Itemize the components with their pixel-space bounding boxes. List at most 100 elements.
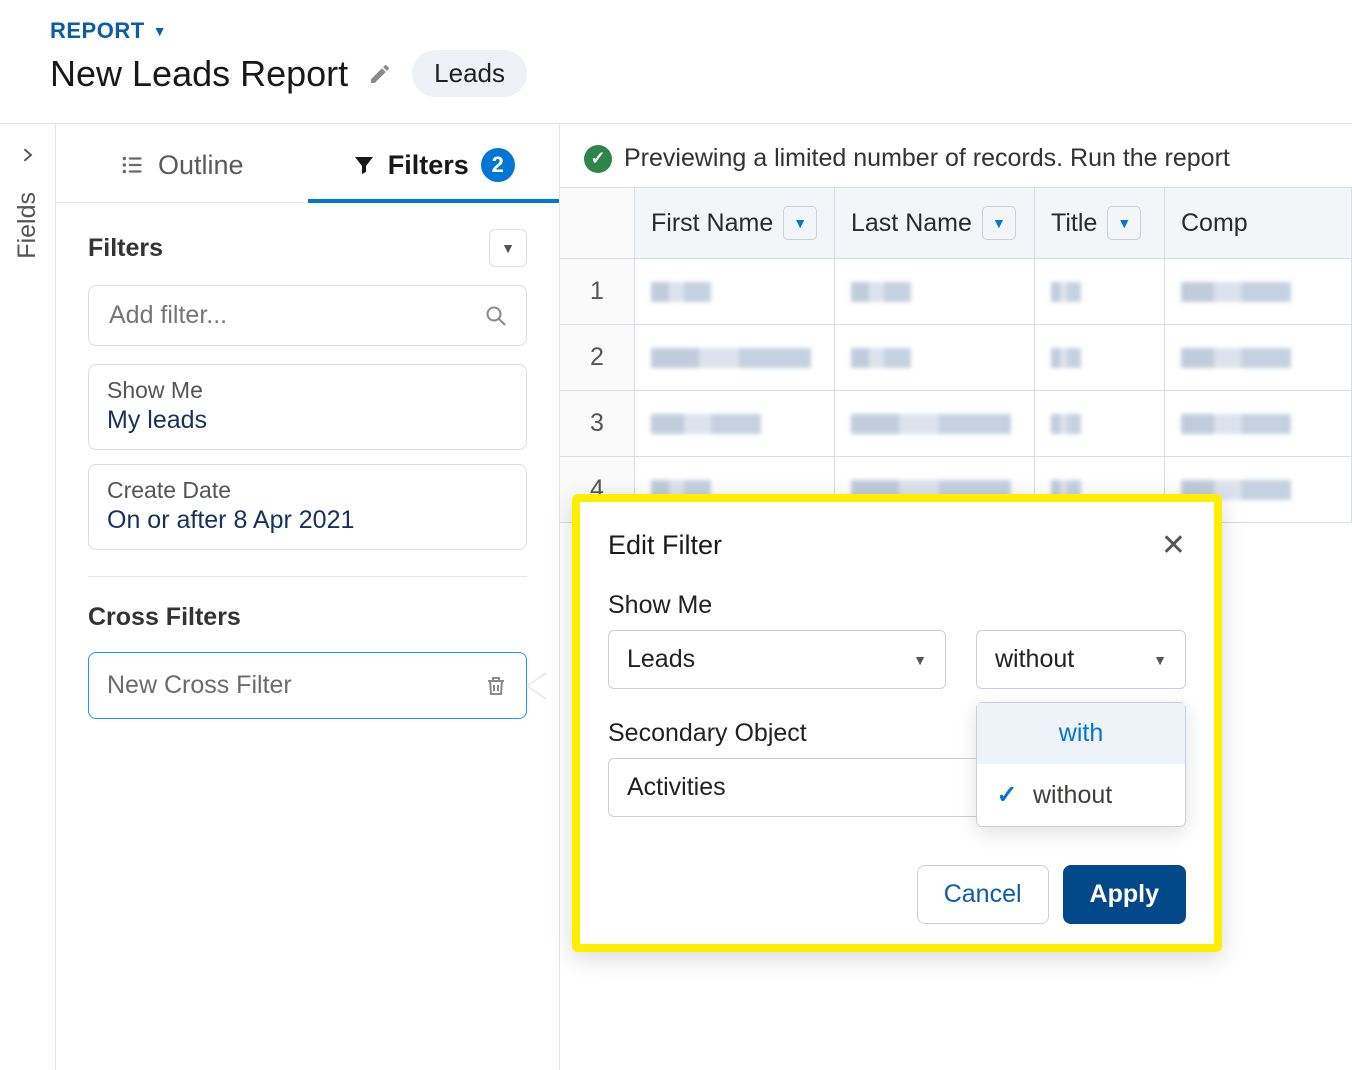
operator-select[interactable]: without ▼ <box>976 630 1186 689</box>
cell <box>635 391 835 456</box>
tab-outline-label: Outline <box>158 150 244 181</box>
expand-fields-button[interactable] <box>19 146 37 164</box>
primary-object-select[interactable]: Leads ▼ <box>608 630 946 689</box>
operator-option-with[interactable]: with <box>977 703 1185 764</box>
callout-arrow-icon <box>526 672 546 700</box>
filter-icon <box>352 153 376 177</box>
outline-icon <box>120 152 146 178</box>
column-menu-button[interactable]: ▼ <box>982 206 1016 240</box>
table-row: 1 <box>560 259 1352 325</box>
apply-button[interactable]: Apply <box>1063 865 1186 924</box>
close-popover-button[interactable]: ✕ <box>1161 528 1186 563</box>
cell <box>835 325 1035 390</box>
tab-outline[interactable]: Outline <box>56 124 308 202</box>
operator-dropdown: with ✓ without <box>976 702 1186 827</box>
secondary-object-value: Activities <box>627 773 726 802</box>
column-header-first-name[interactable]: First Name ▼ <box>635 188 835 258</box>
table-row: 2 <box>560 325 1352 391</box>
popover-actions: Cancel Apply <box>608 865 1186 924</box>
column-label: Title <box>1051 209 1097 238</box>
column-header-company[interactable]: Comp <box>1165 188 1352 258</box>
chevron-down-icon: ▼ <box>501 240 515 256</box>
add-filter-input[interactable] <box>107 300 484 331</box>
apply-label: Apply <box>1090 880 1159 908</box>
preview-banner: ✓ Previewing a limited number of records… <box>560 124 1352 187</box>
filters-count-badge: 2 <box>481 148 515 182</box>
app-root: REPORT ▼ New Leads Report Leads Fields <box>0 0 1352 1070</box>
edit-filter-popover: Edit Filter ✕ Show Me Leads ▼ without ▼ <box>572 494 1222 952</box>
object-type-label: REPORT <box>50 18 145 44</box>
table-row: 3 <box>560 391 1352 457</box>
success-icon: ✓ <box>584 145 612 173</box>
cell <box>1035 259 1165 324</box>
filter-card-create-date[interactable]: Create Date On or after 8 Apr 2021 <box>88 464 527 550</box>
cell <box>635 259 835 324</box>
row-number: 3 <box>560 391 635 456</box>
show-me-row: Leads ▼ without ▼ <box>608 630 1186 689</box>
new-cross-filter-card[interactable]: New Cross Filter <box>88 652 527 719</box>
tab-filters-label: Filters <box>388 150 469 181</box>
edit-title-button[interactable] <box>368 62 392 86</box>
preview-message: Previewing a limited number of records. … <box>624 144 1230 173</box>
filter-label: Show Me <box>107 377 508 404</box>
page-title: New Leads Report <box>50 53 348 95</box>
report-header: REPORT ▼ New Leads Report Leads <box>0 0 1352 124</box>
column-label: Last Name <box>851 209 972 238</box>
sidebar-tabs: Outline Filters 2 <box>56 124 559 203</box>
cell <box>1165 259 1352 324</box>
row-number-header <box>560 188 635 258</box>
row-number: 2 <box>560 325 635 390</box>
cross-filter-placeholder: New Cross Filter <box>107 671 292 700</box>
cell <box>1165 391 1352 456</box>
add-filter-search[interactable] <box>88 285 527 346</box>
divider <box>88 576 527 577</box>
cell <box>1165 325 1352 390</box>
popover-header: Edit Filter ✕ <box>608 528 1186 563</box>
filters-heading-row: Filters ▼ <box>88 229 527 267</box>
filter-label: Create Date <box>107 477 508 504</box>
column-menu-button[interactable]: ▼ <box>783 206 817 240</box>
sidebar: Outline Filters 2 Filters ▼ <box>56 124 560 1070</box>
delete-cross-filter-button[interactable] <box>484 673 508 699</box>
column-menu-button[interactable]: ▼ <box>1107 206 1141 240</box>
cell <box>1035 325 1165 390</box>
body: Fields Outline Filters 2 <box>0 124 1352 1070</box>
tab-filters[interactable]: Filters 2 <box>308 124 560 202</box>
chevron-down-icon: ▼ <box>153 23 167 39</box>
filters-panel: Filters ▼ Show Me My leads Create <box>56 203 559 745</box>
filter-value: On or after 8 Apr 2021 <box>107 506 508 535</box>
cancel-button[interactable]: Cancel <box>917 865 1049 924</box>
column-header-title[interactable]: Title ▼ <box>1035 188 1165 258</box>
column-label: Comp <box>1181 209 1248 238</box>
fields-rail: Fields <box>0 124 56 1070</box>
cell <box>635 325 835 390</box>
search-icon <box>484 304 508 328</box>
operator-option-without[interactable]: ✓ without <box>977 764 1185 826</box>
popover-body: Edit Filter ✕ Show Me Leads ▼ without ▼ <box>580 502 1214 944</box>
cell <box>1035 391 1165 456</box>
filter-value: My leads <box>107 406 508 435</box>
cancel-label: Cancel <box>944 880 1022 908</box>
grid-header-row: First Name ▼ Last Name ▼ Title ▼ Comp <box>560 188 1352 259</box>
preview-grid: First Name ▼ Last Name ▼ Title ▼ Comp <box>560 187 1352 523</box>
option-label: without <box>1033 781 1112 810</box>
show-me-label: Show Me <box>608 591 1186 620</box>
object-type-selector[interactable]: REPORT ▼ <box>50 18 1352 44</box>
cell <box>835 259 1035 324</box>
cross-filters-heading: Cross Filters <box>88 603 527 632</box>
check-icon: ✓ <box>995 780 1019 810</box>
filter-card-show-me[interactable]: Show Me My leads <box>88 364 527 450</box>
report-type-pill[interactable]: Leads <box>412 50 527 97</box>
title-row: New Leads Report Leads <box>50 50 1352 97</box>
column-label: First Name <box>651 209 773 238</box>
primary-object-value: Leads <box>627 645 695 674</box>
chevron-down-icon: ▼ <box>1153 652 1167 668</box>
filters-heading: Filters <box>88 234 163 263</box>
operator-value: without <box>995 645 1074 674</box>
column-header-last-name[interactable]: Last Name ▼ <box>835 188 1035 258</box>
option-label: with <box>1059 719 1103 748</box>
filters-menu-button[interactable]: ▼ <box>489 229 527 267</box>
cell <box>835 391 1035 456</box>
chevron-down-icon: ▼ <box>913 652 927 668</box>
popover-title-text: Edit Filter <box>608 530 722 561</box>
